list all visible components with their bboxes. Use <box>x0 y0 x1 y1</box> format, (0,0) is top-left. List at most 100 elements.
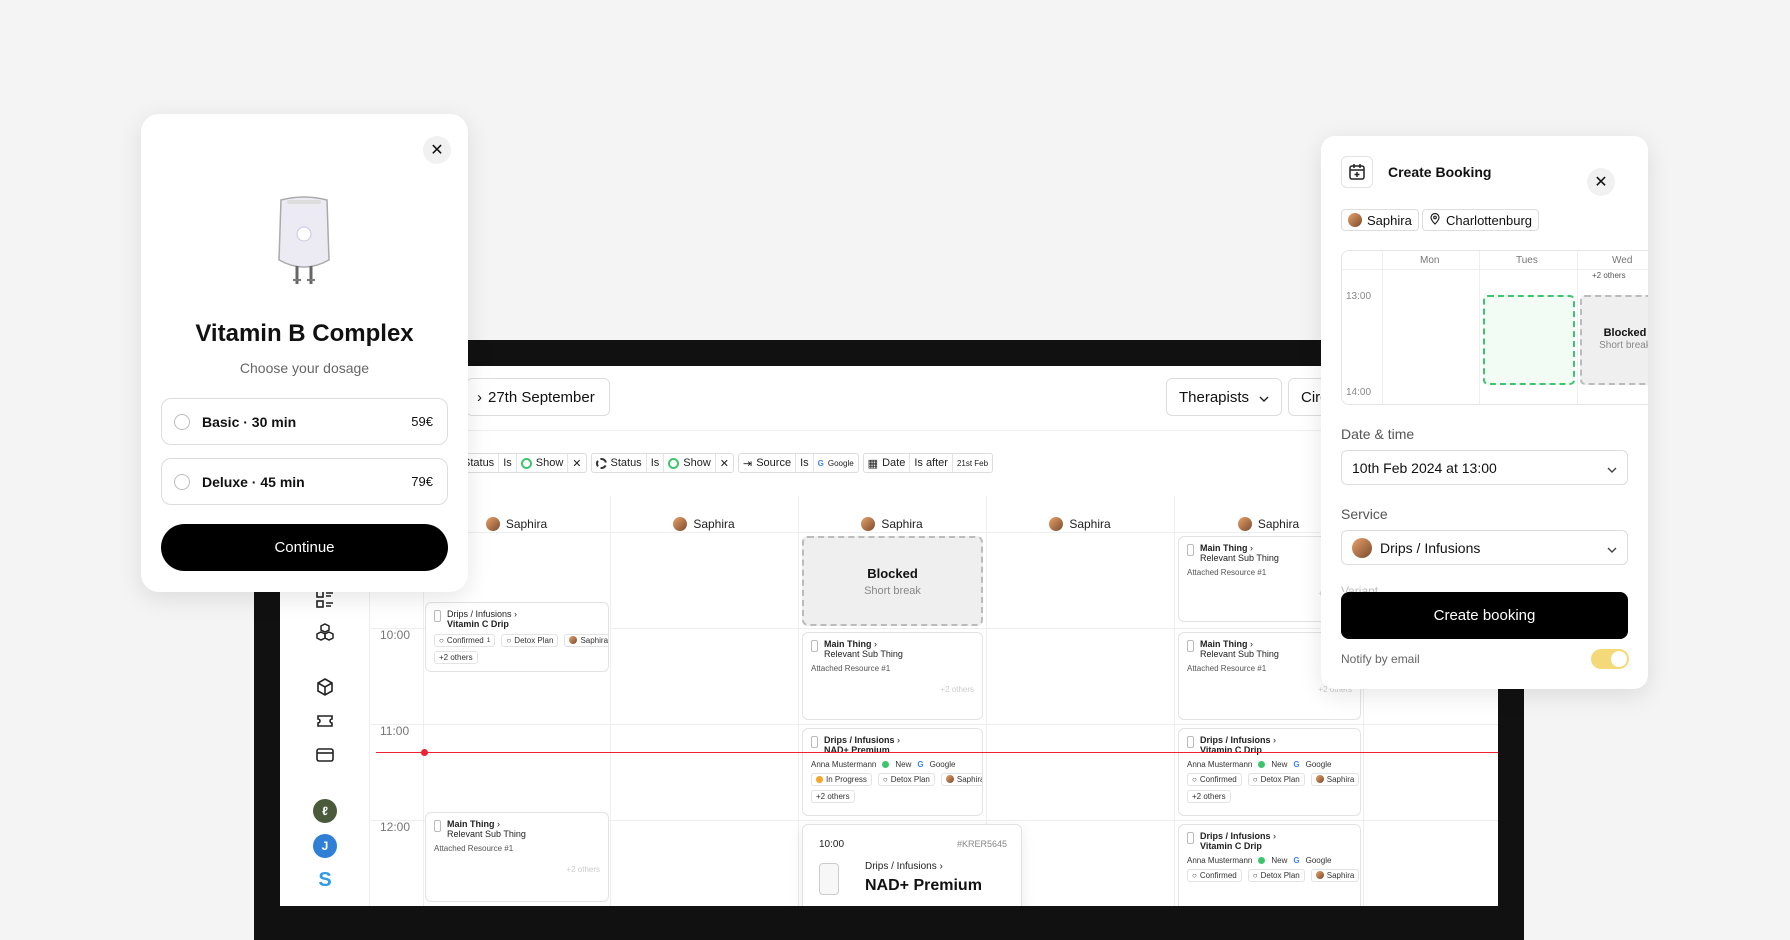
location-pin-icon <box>1429 212 1441 228</box>
location-name: Charlottenburg <box>1446 212 1532 228</box>
dosage-option[interactable]: Deluxe · 45 min 79€ <box>161 458 448 505</box>
google-icon: G <box>917 759 924 769</box>
continue-button[interactable]: Continue <box>161 524 448 571</box>
therapist-tag[interactable]: Saphira <box>1341 209 1419 231</box>
therapist-text: Saphira <box>580 635 609 645</box>
drip-bag-icon <box>811 736 818 748</box>
drip-bag-icon <box>434 610 441 622</box>
grid-line <box>370 724 1498 725</box>
therapists-dropdown[interactable]: Therapists <box>1166 378 1283 416</box>
selected-slot[interactable] <box>1483 295 1575 385</box>
client-tag: New <box>1271 759 1288 769</box>
app-logo-icon[interactable]: ℓ <box>313 799 337 823</box>
datetime-select[interactable]: 10th Feb 2024 at 13:00 <box>1341 450 1628 485</box>
card-icon[interactable] <box>314 744 336 766</box>
create-booking-panel: Create Booking ✕ Saphira Charlottenburg … <box>1321 136 1648 689</box>
toggle-knob <box>1611 651 1627 667</box>
booking-card[interactable]: Drips / Infusions › NAD+ Premium Anna Mus… <box>802 728 983 816</box>
iv-bag-icon <box>273 194 335 299</box>
column-header[interactable]: Saphira <box>986 506 1174 542</box>
date-selector[interactable]: › 27th September <box>466 378 610 416</box>
filter-chip[interactable]: ⇥ Source Is G Google <box>738 453 859 473</box>
booking-card[interactable]: Drips / Infusions › Vitamin C Drip ○ Conf… <box>425 602 609 672</box>
filter-chip[interactable]: ▦ Date Is after 21st Feb <box>862 453 994 473</box>
column-header-label: Saphira <box>1257 517 1300 531</box>
grid-line <box>1342 269 1648 270</box>
grid-line <box>798 496 799 906</box>
radio-icon[interactable] <box>174 473 190 490</box>
plan-badge: ○ Detox Plan <box>501 633 559 647</box>
time-label: 12:00 <box>380 820 411 834</box>
radio-icon[interactable] <box>174 413 190 430</box>
app-logo-icon[interactable]: J <box>313 834 337 858</box>
grid-line <box>610 496 611 906</box>
option-price: 79€ <box>411 474 433 489</box>
service-avatar <box>1352 537 1372 558</box>
booking-card[interactable]: Drips / Infusions › Vitamin C Drip Anna M… <box>1178 728 1361 816</box>
booking-card[interactable]: Drips / Infusions › Vitamin C Drip Anna M… <box>1178 824 1361 906</box>
location-tag[interactable]: Charlottenburg <box>1422 209 1539 231</box>
ticket-icon[interactable] <box>314 710 336 732</box>
service-select[interactable]: Drips / Infusions <box>1341 530 1628 565</box>
booking-card[interactable]: Main Thing › Relevant Sub Thing Attached … <box>802 632 983 720</box>
more-badge: +2 others <box>434 650 478 664</box>
avatar <box>569 636 578 645</box>
more-badge: +2 others <box>566 864 600 874</box>
box-icon[interactable] <box>314 676 336 698</box>
remove-filter-icon[interactable]: ✕ <box>716 454 733 472</box>
dosage-option[interactable]: Basic · 30 min 59€ <box>161 398 448 445</box>
status-text: Confirmed <box>446 635 484 645</box>
option-label: Basic · 30 min <box>202 413 297 430</box>
client-name: Anna Mustermann <box>1187 855 1253 865</box>
grid-line <box>1174 496 1175 906</box>
new-dot-icon <box>1258 760 1266 768</box>
status-text: In Progress <box>826 774 867 784</box>
notify-toggle[interactable] <box>1591 649 1629 669</box>
product-modal: ✕ Vitamin B Complex Choose your dosage B… <box>141 114 468 592</box>
source-text: Google <box>929 759 956 769</box>
close-icon[interactable]: ✕ <box>423 136 451 164</box>
booking-card[interactable]: Main Thing › Relevant Sub Thing Attached … <box>425 812 609 902</box>
datetime-value: 10th Feb 2024 at 13:00 <box>1352 459 1497 476</box>
chevron-down-icon <box>1259 389 1269 406</box>
time-label: 13:00 <box>1346 291 1372 302</box>
detail-category-wrap: Drips / Infusions › <box>865 861 943 872</box>
remove-filter-icon[interactable]: ✕ <box>568 454 585 472</box>
booking-detail-card[interactable]: 10:00 #KRER5645 Drips / Infusions › NAD+… <box>802 824 1022 906</box>
client-name: Anna Mustermann <box>1187 759 1253 769</box>
status-badge: ○ Confirmed <box>1187 772 1242 786</box>
cubes-icon[interactable] <box>314 622 336 644</box>
filter-chip[interactable]: Status Is Show ✕ <box>590 453 734 473</box>
panel-title: Create Booking <box>1388 164 1492 180</box>
column-header[interactable]: Saphira <box>610 506 798 542</box>
event-category: Drips / Infusions <box>824 735 895 745</box>
resource-text: Attached Resource #1 <box>1187 567 1267 577</box>
product-subtitle: Choose your dosage <box>239 360 370 376</box>
chevron-down-icon <box>1607 460 1617 476</box>
filter-op: Is <box>647 454 665 472</box>
blocked-title: Blocked <box>1603 327 1647 339</box>
day-label: Wed <box>1612 255 1633 266</box>
mini-calendar[interactable]: Mon Tues Wed +2 others 13:00 14:00 Block… <box>1341 250 1648 405</box>
plan-badge: ○ Detox Plan <box>877 772 935 786</box>
create-booking-button[interactable]: Create booking <box>1341 592 1628 639</box>
therapist-badge: Saphira <box>564 633 609 647</box>
more-badge: +2 others <box>811 789 855 803</box>
column-header-label: Saphira <box>693 517 735 531</box>
column-header-label: Saphira <box>505 517 548 531</box>
drip-bag-icon <box>434 820 441 832</box>
event-name: NAD+ Premium <box>824 745 890 756</box>
therapist-text: Saphira <box>1326 774 1355 784</box>
avatar <box>1237 517 1252 531</box>
close-icon[interactable]: ✕ <box>1587 168 1615 196</box>
new-dot-icon <box>1258 856 1266 864</box>
app-logo-icon[interactable]: S <box>313 868 337 892</box>
blocked-slot[interactable]: Blocked Short break <box>802 536 983 626</box>
filter-chip[interactable]: Status Is Show ✕ <box>458 453 587 473</box>
time-label: 11:00 <box>380 724 410 738</box>
event-category: Drips / Infusions <box>1200 831 1271 841</box>
more-badge: +2 others <box>1592 271 1626 280</box>
detail-id: #KRER5645 <box>956 839 1007 849</box>
column-header-label: Saphira <box>1069 517 1111 531</box>
plan-badge: ○ Detox Plan <box>1247 868 1305 882</box>
